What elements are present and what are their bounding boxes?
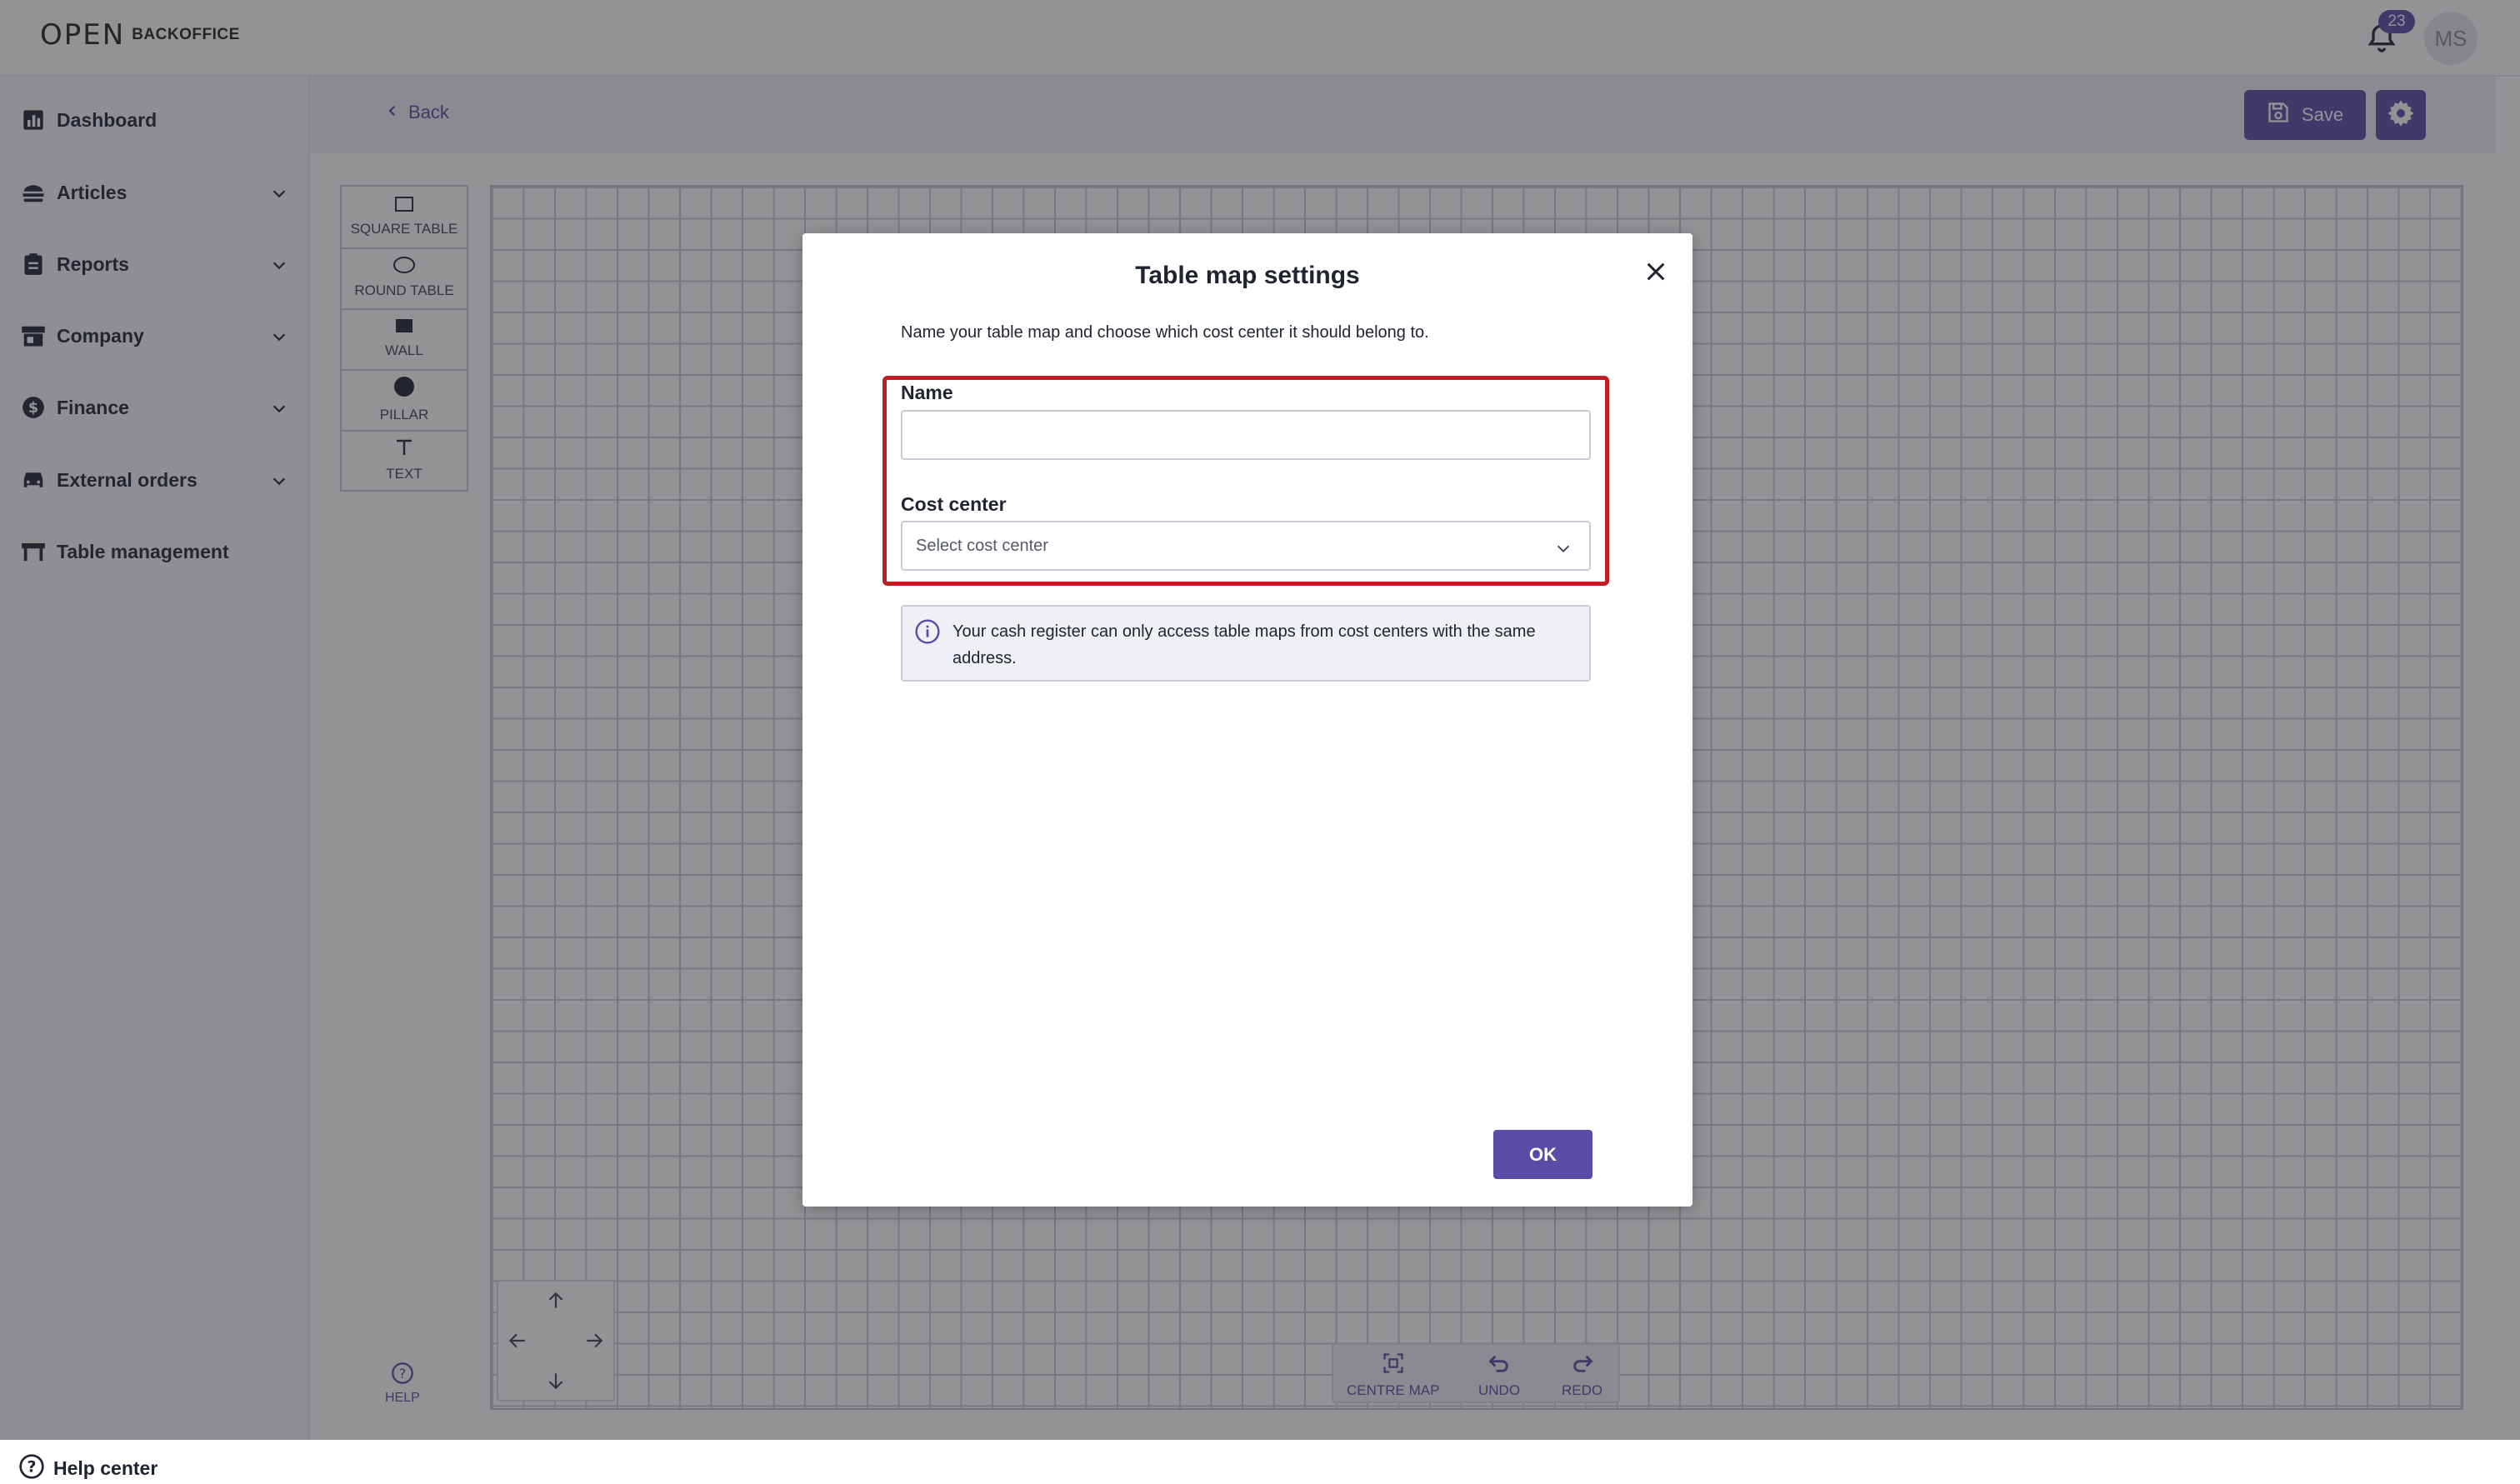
dialog-title: Table map settings (1135, 262, 1360, 289)
name-label: Name (901, 382, 953, 403)
help-center-link[interactable]: ? Help center (18, 1453, 158, 1484)
chevron-down-icon (1554, 539, 1572, 562)
cost-center-select[interactable]: Select cost center (901, 521, 1591, 571)
info-box: Your cash register can only access table… (901, 605, 1591, 682)
info-icon (914, 618, 941, 649)
question-circle-icon: ? (18, 1453, 45, 1484)
close-icon[interactable] (1641, 257, 1671, 287)
cost-center-label: Cost center (901, 493, 1007, 515)
info-text: Your cash register can only access table… (952, 622, 1536, 667)
help-center-label: Help center (53, 1457, 158, 1479)
table-map-settings-dialog: Table map settings Name your table map a… (802, 233, 1692, 1207)
svg-text:?: ? (28, 1459, 37, 1477)
cost-center-placeholder: Select cost center (916, 536, 1048, 555)
dialog-description: Name your table map and choose which cos… (901, 323, 1429, 342)
name-field[interactable] (901, 410, 1591, 460)
ok-button[interactable]: OK (1493, 1130, 1592, 1179)
